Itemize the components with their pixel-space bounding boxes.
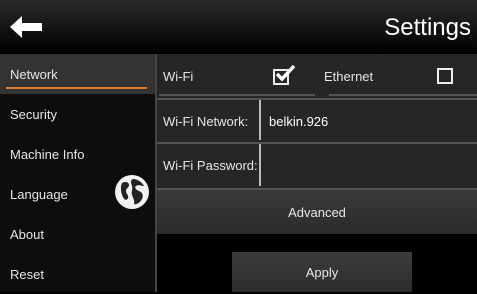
- ethernet-label: Ethernet: [324, 69, 374, 84]
- wifi-underline: [159, 94, 315, 96]
- apply-button-label: Apply: [305, 264, 339, 280]
- sidebar-item-security[interactable]: Security: [0, 94, 155, 134]
- wifi-label: Wi-Fi: [163, 69, 194, 84]
- wifi-checkbox[interactable]: [273, 64, 296, 86]
- checkmark-icon: [275, 64, 296, 82]
- ethernet-checkbox[interactable]: [437, 68, 453, 84]
- page-title: Settings: [384, 14, 471, 41]
- sidebar-item-reset[interactable]: Reset: [0, 254, 155, 294]
- sidebar-item-label: Security: [10, 106, 57, 122]
- sidebar-item-network[interactable]: Network: [0, 54, 155, 94]
- sidebar-item-label: Network: [10, 66, 58, 82]
- back-button[interactable]: [6, 12, 46, 42]
- sidebar-item-label: Machine Info: [10, 146, 85, 162]
- sidebar-item-machine-info[interactable]: Machine Info: [0, 134, 155, 174]
- wifi-network-label: Wi-Fi Network:: [163, 114, 249, 129]
- wifi-network-field[interactable]: belkin.926: [269, 114, 328, 129]
- wifi-password-field[interactable]: [269, 158, 469, 174]
- field-separator: [259, 100, 261, 140]
- field-separator: [259, 144, 261, 186]
- sidebar-item-label: Language: [10, 186, 68, 202]
- sidebar: Network Security Machine Info Language A…: [0, 54, 155, 292]
- wifi-network-row: Wi-Fi Network: belkin.926: [157, 98, 477, 142]
- globe-icon: [115, 175, 149, 209]
- sidebar-item-label: About: [10, 226, 44, 242]
- arrow-left-icon: [10, 16, 42, 38]
- header-bar: Settings: [0, 0, 477, 54]
- apply-button[interactable]: Apply: [232, 252, 412, 292]
- wifi-password-label: Wi-Fi Password:: [163, 158, 258, 173]
- sidebar-item-about[interactable]: About: [0, 214, 155, 254]
- advanced-button[interactable]: Advanced: [157, 190, 477, 234]
- advanced-button-label: Advanced: [288, 204, 346, 220]
- ethernet-underline: [329, 94, 477, 96]
- connection-type-row: Wi-Fi Ethernet: [157, 54, 477, 98]
- wifi-password-row: Wi-Fi Password:: [157, 142, 477, 190]
- sidebar-item-label: Reset: [10, 266, 44, 282]
